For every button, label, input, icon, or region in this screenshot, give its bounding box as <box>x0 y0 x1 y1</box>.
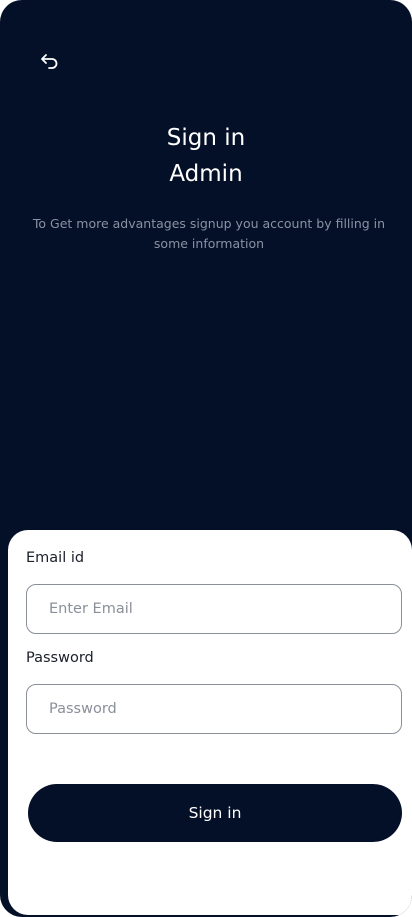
password-field[interactable] <box>26 684 402 734</box>
signin-screen: Sign in Admin To Get more advantages sig… <box>0 0 412 917</box>
signin-button[interactable]: Sign in <box>28 784 402 842</box>
title-line-admin: Admin <box>169 161 243 187</box>
email-field[interactable] <box>26 584 402 634</box>
title-line-signin: Sign in <box>166 125 246 151</box>
signin-form-card: Email id Password Sign in <box>8 530 412 915</box>
password-label: Password <box>26 650 94 666</box>
page-subtitle: To Get more advantages signup you accoun… <box>32 216 386 251</box>
email-label: Email id <box>26 550 85 566</box>
back-button[interactable] <box>34 47 66 79</box>
back-arrow-icon <box>40 52 60 74</box>
page-title: Sign in Admin <box>0 120 412 192</box>
